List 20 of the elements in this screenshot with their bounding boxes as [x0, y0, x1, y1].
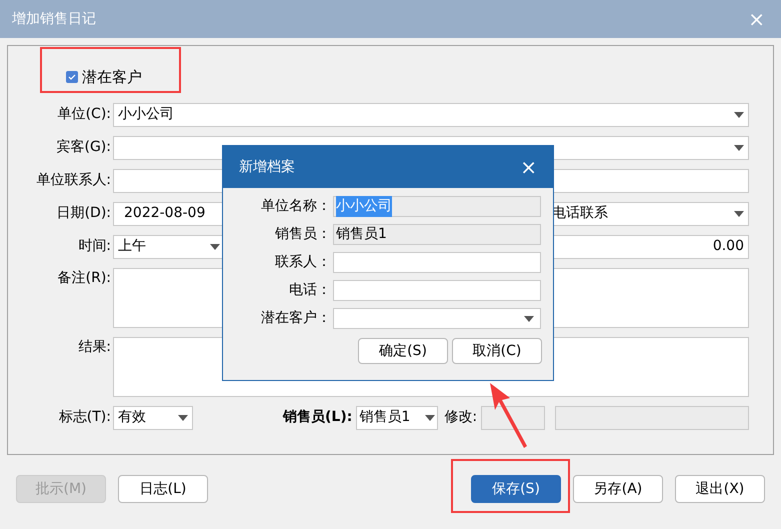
field-label: 时间: [77, 237, 112, 256]
field-label: 日期(D): [56, 204, 112, 223]
field-label: 电话： [288, 281, 332, 300]
window-title: 增加销售日记 [12, 10, 96, 28]
field-label: 备注(R): [56, 268, 112, 288]
field-label: 单位名称： [260, 197, 332, 216]
input-field: 销售员1 [333, 224, 541, 245]
field-label: 结果: [77, 338, 112, 356]
field-label: 宾客(G): [56, 138, 112, 157]
field-label: 联系人： [274, 253, 332, 272]
dialog-title: 新增档案 [239, 158, 295, 176]
field-label: 修改: [444, 408, 478, 427]
field-label: 潜在客户： [260, 309, 332, 328]
field-label: 销售员： [274, 225, 332, 244]
field-label: 单位(C): [56, 105, 112, 124]
checkbox-label: 潜在客户 [82, 67, 142, 88]
input-field: 小小公司 [333, 196, 541, 217]
field-label: 销售员(L): [283, 408, 352, 427]
field-label: 单位联系人: [35, 171, 112, 190]
field-label: 标志(T): [58, 408, 112, 427]
